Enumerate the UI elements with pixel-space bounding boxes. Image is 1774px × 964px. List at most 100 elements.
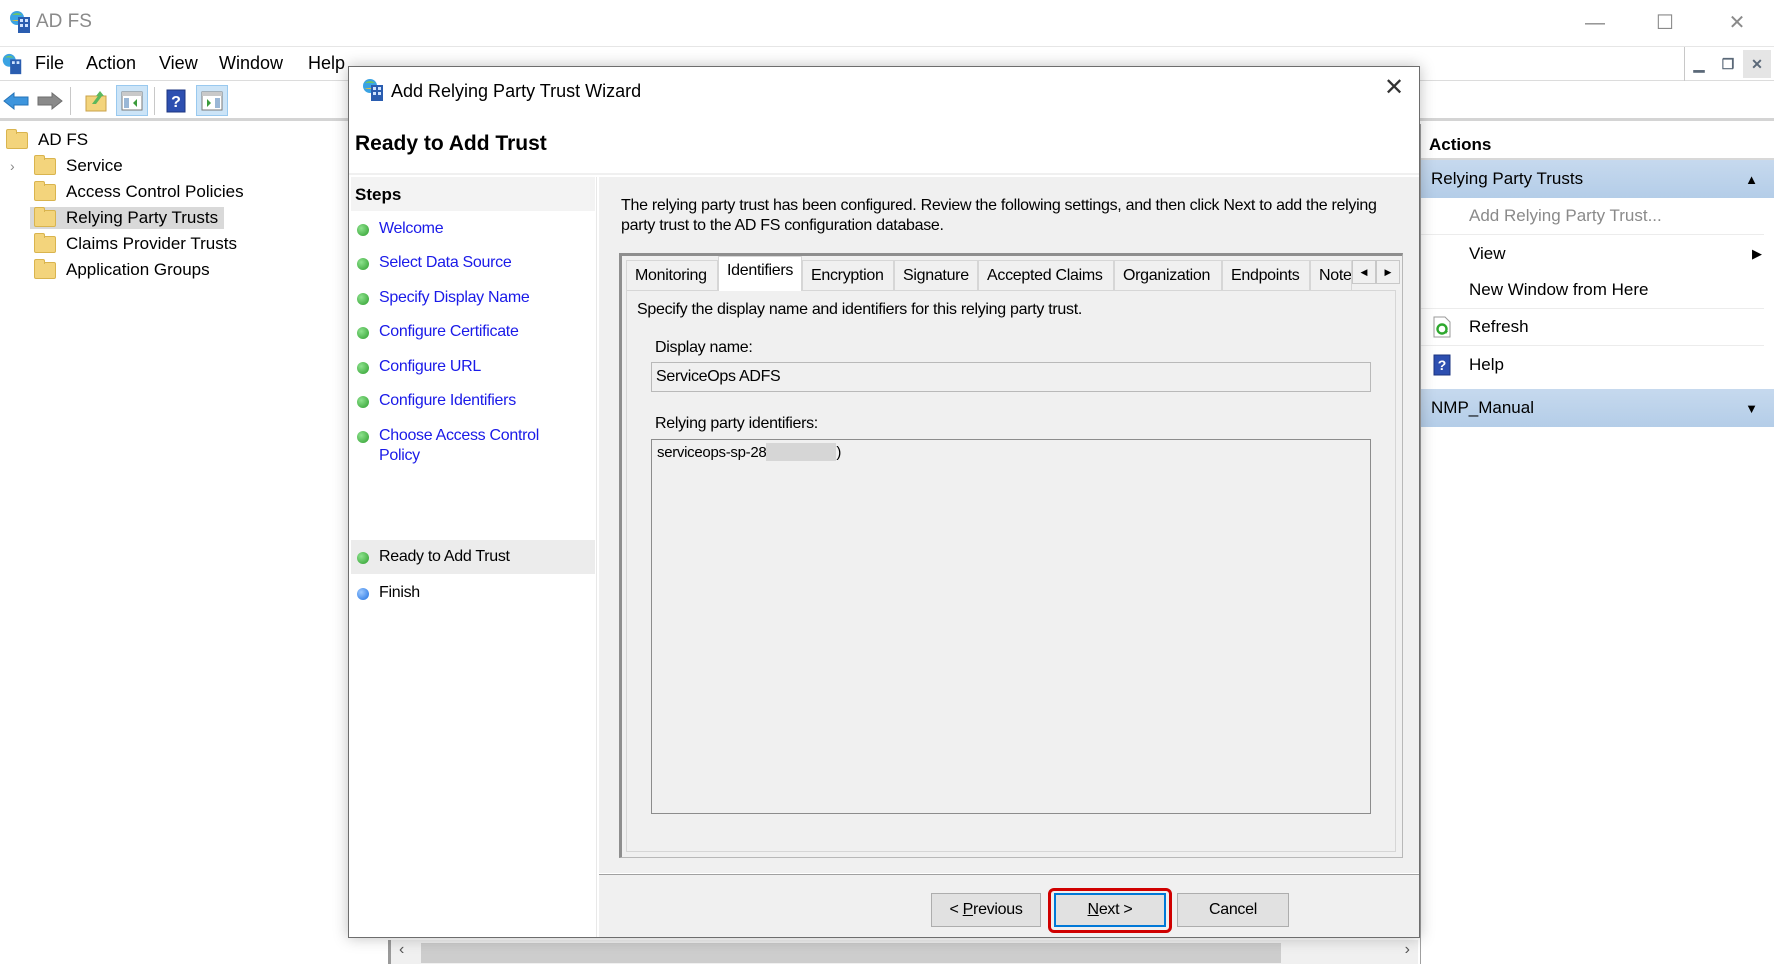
mmc-system-icon[interactable] — [0, 52, 24, 81]
menu-file[interactable]: File — [35, 53, 64, 74]
step-welcome[interactable]: Welcome — [351, 219, 595, 239]
action-view[interactable]: View ▶ — [1421, 235, 1764, 272]
show-hide-tree-icon — [121, 91, 143, 110]
add-relying-party-trust-wizard: Add Relying Party Trust Wizard ✕ Ready t… — [348, 66, 1420, 938]
tab-scroll-left-button[interactable]: ◀ — [1352, 260, 1376, 284]
svg-text:?: ? — [171, 94, 181, 111]
identifier-list-item[interactable]: serviceops-sp-28 ) — [657, 443, 1365, 461]
tab-accepted-claims[interactable]: Accepted Claims — [978, 260, 1114, 290]
step-label: Configure URL — [379, 358, 481, 375]
step-configure-url[interactable]: Configure URL — [351, 357, 595, 377]
next-button[interactable]: Next > — [1054, 893, 1166, 927]
action-label: View — [1469, 243, 1506, 263]
tab-signature[interactable]: Signature — [894, 260, 978, 290]
toolbar-separator — [70, 87, 71, 115]
collapse-arrow-icon[interactable]: ▲ — [1745, 172, 1758, 187]
scroll-left-icon[interactable]: ‹ — [399, 941, 404, 959]
tab-encryption[interactable]: Encryption — [802, 260, 894, 290]
tab-endpoints[interactable]: Endpoints — [1222, 260, 1310, 290]
forward-button[interactable] — [34, 85, 66, 116]
tree-item-service[interactable]: › Service — [0, 153, 348, 179]
step-select-data-source[interactable]: Select Data Source — [351, 253, 595, 273]
refresh-icon — [1433, 316, 1451, 338]
tab-notes[interactable]: Notes — [1310, 260, 1352, 290]
actions-group-relying-party-trusts[interactable]: Relying Party Trusts ▲ — [1421, 160, 1774, 198]
tree-item-claims-provider-trusts[interactable]: Claims Provider Trusts — [0, 231, 348, 257]
horizontal-scrollbar[interactable]: ‹ › — [388, 940, 1418, 964]
svg-text:?: ? — [1438, 357, 1447, 373]
identifiers-tab-panel: Specify the display name and identifiers… — [626, 290, 1396, 852]
mdi-minimize-button[interactable]: ▁ — [1685, 50, 1713, 78]
step-label: Welcome — [379, 220, 444, 237]
relying-party-identifiers-list[interactable]: serviceops-sp-28 ) — [651, 439, 1371, 814]
cancel-button[interactable]: Cancel — [1177, 893, 1289, 927]
step-complete-icon — [357, 396, 369, 408]
display-name-field[interactable] — [651, 362, 1371, 392]
action-new-window-from-here[interactable]: New Window from Here — [1421, 272, 1764, 309]
step-configure-certificate[interactable]: Configure Certificate — [351, 322, 595, 342]
app-title: AD FS — [36, 11, 92, 32]
show-hide-action-pane-button[interactable] — [196, 85, 228, 116]
step-label: Specify Display Name — [379, 289, 530, 306]
action-refresh[interactable]: Refresh — [1421, 309, 1764, 346]
actions-group-nmp-manual[interactable]: NMP_Manual ▼ — [1421, 389, 1774, 427]
up-folder-button[interactable] — [80, 85, 112, 116]
adfs-app-icon — [361, 77, 385, 108]
console-tree: AD FS › Service Access Control Policies … — [0, 127, 348, 283]
menu-action[interactable]: Action — [86, 53, 136, 74]
action-help[interactable]: ? Help — [1421, 346, 1764, 383]
wizard-page-heading: Ready to Add Trust — [355, 132, 547, 155]
wizard-close-button[interactable]: ✕ — [1379, 73, 1409, 103]
scrollbar-thumb[interactable] — [421, 943, 1281, 963]
maximize-button[interactable]: ☐ — [1640, 8, 1690, 38]
folder-icon — [34, 180, 56, 201]
steps-pane: Steps Welcome Select Data Source Specify… — [351, 177, 597, 937]
action-label: Refresh — [1469, 317, 1529, 336]
toolbar-separator — [154, 87, 155, 115]
step-choose-access-control-policy[interactable]: Choose Access Control Policy — [351, 426, 551, 466]
expand-arrow-icon[interactable]: ▼ — [1745, 401, 1758, 416]
wizard-content: The relying party trust has been configu… — [599, 177, 1419, 937]
help-button[interactable]: ? — [160, 85, 192, 116]
tree-item-application-groups[interactable]: Application Groups — [0, 257, 348, 283]
display-name-label: Display name: — [655, 339, 753, 356]
settings-tab-control: Monitoring Identifiers Encryption Signat… — [619, 253, 1403, 858]
menu-view[interactable]: View — [159, 53, 198, 74]
action-label: Add Relying Party Trust... — [1469, 206, 1662, 225]
tree-root-adfs[interactable]: AD FS — [0, 127, 348, 153]
actions-header: Actions — [1421, 124, 1774, 160]
tab-scroll-right-button[interactable]: ▶ — [1376, 260, 1400, 284]
action-label: Help — [1469, 354, 1504, 374]
menu-window[interactable]: Window — [219, 53, 283, 74]
step-complete-icon — [357, 258, 369, 270]
tree-item-label: Relying Party Trusts — [66, 208, 219, 227]
mdi-restore-button[interactable]: ❐ — [1714, 50, 1742, 78]
back-button[interactable] — [0, 85, 32, 116]
show-hide-console-tree-button[interactable] — [116, 85, 148, 116]
tab-monitoring[interactable]: Monitoring — [626, 260, 718, 290]
step-specify-display-name[interactable]: Specify Display Name — [351, 288, 595, 308]
button-bar-divider — [599, 873, 1419, 875]
wizard-title: Add Relying Party Trust Wizard — [391, 81, 642, 101]
tree-item-access-control-policies[interactable]: Access Control Policies — [0, 179, 348, 205]
tree-item-relying-party-trusts[interactable]: Relying Party Trusts — [0, 205, 348, 231]
previous-button[interactable]: < Previous — [931, 893, 1041, 927]
back-icon — [3, 91, 29, 110]
tab-identifiers[interactable]: Identifiers — [718, 256, 802, 291]
tree-item-label: Claims Provider Trusts — [66, 234, 237, 253]
action-label: New Window from Here — [1469, 280, 1649, 299]
step-complete-icon — [357, 431, 369, 443]
scroll-right-icon[interactable]: › — [1405, 941, 1410, 959]
tab-description: Specify the display name and identifiers… — [637, 301, 1083, 318]
menu-help[interactable]: Help — [308, 53, 345, 74]
steps-title: Steps — [351, 177, 595, 211]
tab-organization[interactable]: Organization — [1114, 260, 1222, 290]
step-label: Choose Access Control Policy — [379, 427, 540, 464]
mdi-close-button[interactable]: ✕ — [1743, 50, 1771, 78]
step-label: Finish — [379, 584, 420, 601]
minimize-button[interactable]: — — [1570, 8, 1620, 38]
action-add-relying-party-trust[interactable]: Add Relying Party Trust... — [1421, 198, 1764, 235]
expand-chevron-icon[interactable]: › — [10, 158, 34, 174]
close-button[interactable]: ✕ — [1712, 8, 1762, 38]
step-configure-identifiers[interactable]: Configure Identifiers — [351, 391, 595, 411]
